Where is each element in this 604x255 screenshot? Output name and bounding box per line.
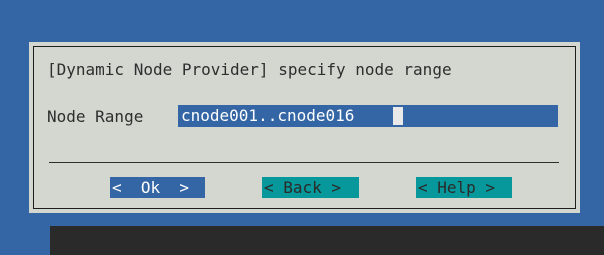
node-range-dialog: [Dynamic Node Provider] specify node ran… [29,42,580,213]
node-range-input[interactable]: cnode001..cnode016 [178,105,558,127]
separator-line [49,162,559,163]
help-button[interactable]: < Help > [416,177,512,198]
node-range-value: cnode001..cnode016 [181,106,355,125]
dialog-shadow [50,226,604,255]
dialog-title: [Dynamic Node Provider] specify node ran… [47,60,452,79]
text-cursor [393,107,403,125]
ok-button[interactable]: < Ok > [110,177,205,198]
back-button[interactable]: < Back > [262,177,359,198]
node-range-label: Node Range [47,107,144,126]
